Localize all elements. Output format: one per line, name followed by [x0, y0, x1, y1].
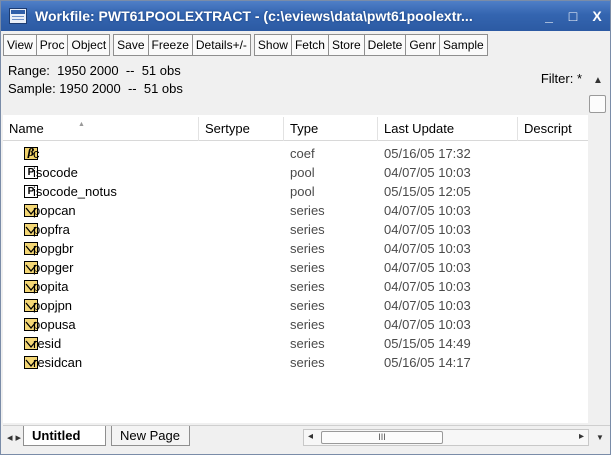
- table-row[interactable]: popcan series 04/07/05 10:03: [3, 201, 588, 220]
- column-header-type[interactable]: Type: [284, 117, 378, 141]
- list-header: Name ▲ Sertype Type Last Update Descript: [3, 117, 588, 141]
- genr-button[interactable]: Genr: [405, 34, 440, 56]
- object-last-update: 04/07/05 10:03: [384, 279, 471, 294]
- object-last-update: 04/07/05 10:03: [384, 317, 471, 332]
- store-button[interactable]: Store: [327, 34, 364, 56]
- table-row[interactable]: popfra series 04/07/05 10:03: [3, 220, 588, 239]
- object-type: series: [290, 317, 325, 332]
- object-type: coef: [290, 146, 315, 161]
- fetch-button[interactable]: Fetch: [290, 34, 328, 56]
- object-name: popfra: [33, 222, 70, 237]
- object-type: series: [290, 279, 325, 294]
- scroll-right-arrow-icon[interactable]: ▸: [579, 431, 584, 442]
- column-header-sertype[interactable]: Sertype: [199, 117, 284, 141]
- object-name: residcan: [33, 355, 83, 370]
- object-last-update: 05/16/05 17:32: [384, 146, 471, 161]
- object-name: isocode: [33, 165, 78, 180]
- table-row[interactable]: resid series 05/15/05 14:49: [3, 334, 588, 353]
- column-header-name[interactable]: Name ▲: [3, 117, 199, 141]
- horizontal-scrollbar[interactable]: ◂ III ▸: [303, 429, 589, 446]
- sort-indicator-icon: ▲: [78, 121, 85, 128]
- show-button[interactable]: Show: [253, 34, 291, 56]
- freeze-button[interactable]: Freeze: [147, 34, 192, 56]
- scroll-down-arrow-icon[interactable]: ▼: [596, 433, 604, 442]
- table-row[interactable]: popusa series 04/07/05 10:03: [3, 315, 588, 334]
- table-row[interactable]: popgbr series 04/07/05 10:03: [3, 239, 588, 258]
- maximize-button[interactable]: □: [562, 6, 584, 26]
- object-name: c: [33, 146, 40, 161]
- vertical-scroll-thumb[interactable]: [589, 95, 606, 113]
- sample-text[interactable]: Sample: 1950 2000 -- 51 obs: [8, 81, 183, 96]
- object-type: series: [290, 355, 325, 370]
- scroll-up-arrow-icon[interactable]: ▲: [593, 75, 603, 86]
- tab-new-page[interactable]: New Page: [111, 426, 190, 446]
- range-text[interactable]: Range: 1950 2000 -- 51 obs: [8, 63, 181, 78]
- toolbar: View Proc Object Save Freeze Details+/- …: [3, 33, 610, 57]
- object-name: resid: [33, 336, 62, 351]
- column-header-name-label: Name: [9, 121, 44, 136]
- object-last-update: 04/07/05 10:03: [384, 260, 471, 275]
- vertical-scrollbar[interactable]: ▲: [588, 75, 608, 430]
- object-type: series: [290, 260, 325, 275]
- details-button[interactable]: Details+/-: [191, 34, 251, 56]
- object-last-update: 04/07/05 10:03: [384, 203, 471, 218]
- proc-button[interactable]: Proc: [35, 34, 68, 56]
- workfile-window: Workfile: PWT61POOLEXTRACT - (c:\eviews\…: [0, 0, 611, 455]
- delete-button[interactable]: Delete: [363, 34, 406, 56]
- minimize-button[interactable]: _: [538, 6, 560, 26]
- object-name: popger: [33, 260, 74, 275]
- workfile-icon: [9, 8, 27, 24]
- object-type: pool: [290, 184, 315, 199]
- workfile-info: Range: 1950 2000 -- 51 obs Sample: 1950 …: [3, 59, 586, 113]
- table-row[interactable]: popger series 04/07/05 10:03: [3, 258, 588, 277]
- save-button[interactable]: Save: [113, 34, 148, 56]
- table-row[interactable]: residcan series 05/16/05 14:17: [3, 353, 588, 372]
- scroll-left-arrow-icon[interactable]: ◂: [308, 431, 313, 442]
- table-row[interactable]: popjpn series 04/07/05 10:03: [3, 296, 588, 315]
- object-last-update: 04/07/05 10:03: [384, 222, 471, 237]
- object-type: series: [290, 241, 325, 256]
- tab-nav-arrows-icon[interactable]: ◂▸: [7, 431, 24, 444]
- horizontal-scroll-thumb[interactable]: III: [321, 431, 443, 444]
- object-list: Name ▲ Sertype Type Last Update Descript…: [3, 115, 588, 423]
- sample-button[interactable]: Sample: [439, 34, 488, 56]
- object-last-update: 04/07/05 10:03: [384, 241, 471, 256]
- object-last-update: 05/15/05 12:05: [384, 184, 471, 199]
- object-type: series: [290, 222, 325, 237]
- object-type: series: [290, 298, 325, 313]
- column-header-last-update[interactable]: Last Update: [378, 117, 518, 141]
- object-button[interactable]: Object: [67, 34, 111, 56]
- object-name: isocode_notus: [33, 184, 117, 199]
- object-last-update: 05/16/05 14:17: [384, 355, 471, 370]
- object-name: popusa: [33, 317, 76, 332]
- column-header-description[interactable]: Descript: [518, 117, 588, 141]
- object-name: popita: [33, 279, 69, 294]
- close-button[interactable]: X: [586, 6, 608, 26]
- tab-untitled[interactable]: Untitled: [23, 426, 106, 446]
- object-name: popgbr: [33, 241, 74, 256]
- window-title: Workfile: PWT61POOLEXTRACT - (c:\eviews\…: [35, 8, 473, 24]
- object-type: series: [290, 203, 325, 218]
- object-last-update: 04/07/05 10:03: [384, 165, 471, 180]
- title-bar[interactable]: Workfile: PWT61POOLEXTRACT - (c:\eviews\…: [1, 1, 610, 31]
- filter-text[interactable]: Filter: *: [541, 71, 582, 86]
- table-row[interactable]: Pisocode_notus pool 05/15/05 12:05: [3, 182, 588, 201]
- view-button[interactable]: View: [3, 34, 36, 56]
- table-row[interactable]: Pisocode pool 04/07/05 10:03: [3, 163, 588, 182]
- table-row[interactable]: popita series 04/07/05 10:03: [3, 277, 588, 296]
- object-name: popcan: [33, 203, 76, 218]
- object-last-update: 05/15/05 14:49: [384, 336, 471, 351]
- table-row[interactable]: β c coef 05/16/05 17:32: [3, 144, 588, 163]
- object-last-update: 04/07/05 10:03: [384, 298, 471, 313]
- page-tab-bar: ◂▸ Untitled New Page ◂ III ▸ ▼: [3, 425, 610, 449]
- object-name: popjpn: [33, 298, 73, 313]
- object-type: pool: [290, 165, 315, 180]
- object-type: series: [290, 336, 325, 351]
